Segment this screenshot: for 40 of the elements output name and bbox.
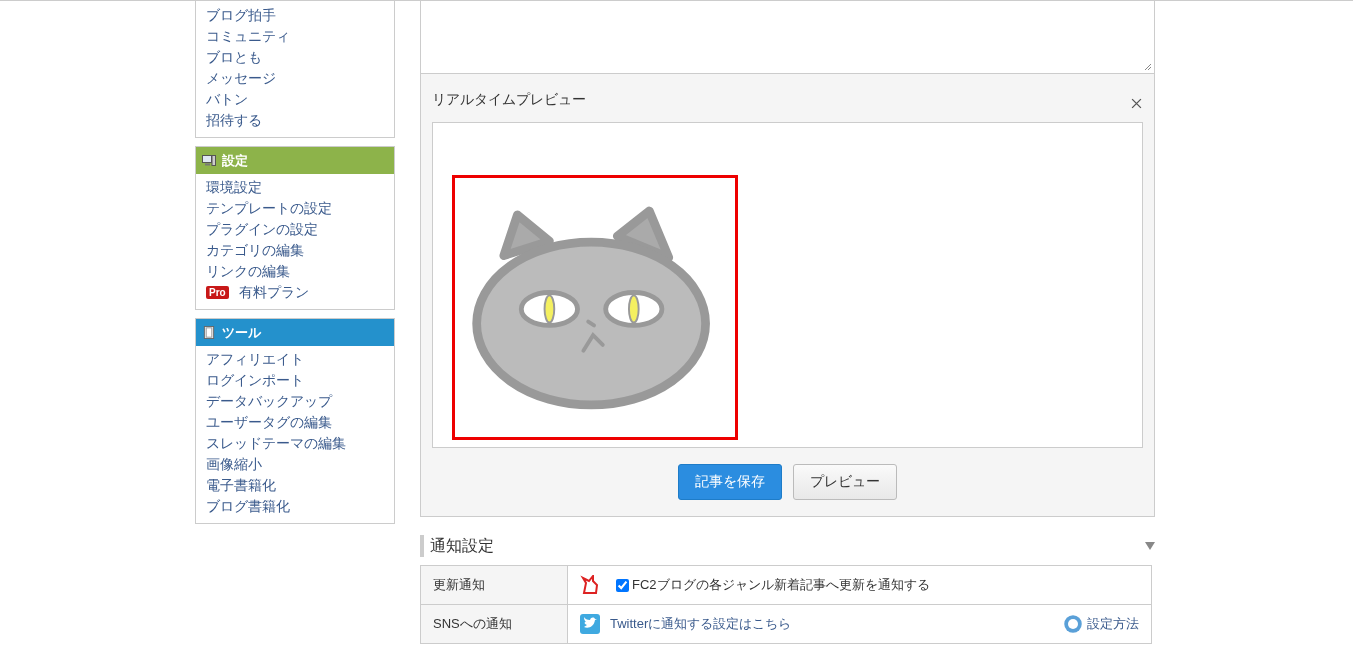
- help-link[interactable]: 設定方法: [1087, 615, 1139, 633]
- sidebar-header-title: 設定: [222, 151, 248, 170]
- checkbox-label: FC2ブログの各ジャンル新着記事へ更新を通知する: [632, 576, 930, 594]
- collapse-triangle-icon[interactable]: [1145, 542, 1155, 550]
- sidebar-link[interactable]: テンプレートの設定: [206, 198, 332, 219]
- sidebar-link[interactable]: ブログ書籍化: [206, 496, 290, 517]
- sidebar-link[interactable]: リンクの編集: [206, 261, 290, 282]
- sidebar-link[interactable]: 電子書籍化: [206, 475, 276, 496]
- sidebar-link[interactable]: メッセージ: [206, 68, 276, 89]
- sidebar-link[interactable]: スレッドテーマの編集: [206, 433, 346, 454]
- settings-link[interactable]: Twitterに通知する設定はこちら: [610, 615, 792, 633]
- sidebar-link[interactable]: 招待する: [206, 110, 262, 131]
- sidebar-link[interactable]: ブロとも: [206, 47, 262, 68]
- sidebar-link[interactable]: データバックアップ: [206, 391, 332, 412]
- sidebar-link[interactable]: プラグインの設定: [206, 219, 318, 240]
- sidebar-link[interactable]: バトン: [206, 89, 248, 110]
- resize-grip-icon[interactable]: [1144, 63, 1152, 71]
- preview-button[interactable]: プレビュー: [793, 464, 897, 500]
- sidebar-link[interactable]: ログインポート: [206, 370, 304, 391]
- sidebar-link[interactable]: カテゴリの編集: [206, 240, 304, 261]
- sidebar-link[interactable]: アフィリエイト: [206, 349, 304, 370]
- pro-badge: Pro: [206, 286, 229, 299]
- monitor-icon: [202, 154, 216, 167]
- section-title: 通知設定: [430, 535, 494, 556]
- sidebar-link[interactable]: ユーザータグの編集: [206, 412, 332, 433]
- row-label: 更新通知: [420, 565, 568, 605]
- sidebar-link[interactable]: コミュニティ: [206, 26, 290, 47]
- sidebar-link[interactable]: 画像縮小: [206, 454, 262, 475]
- sidebar-header-title: ツール: [222, 323, 261, 342]
- preview-title: リアルタイムプレビュー: [432, 91, 586, 109]
- close-icon[interactable]: [1131, 97, 1142, 109]
- row-label: SNSへの通知: [420, 604, 568, 644]
- checkbox[interactable]: [616, 578, 629, 592]
- notebook-icon: [202, 326, 216, 339]
- sidebar-link[interactable]: ブログ拍手: [206, 5, 276, 26]
- sidebar-link[interactable]: Pro 有料プラン: [206, 282, 309, 303]
- help-icon: [1063, 614, 1083, 634]
- save-button[interactable]: 記事を保存: [678, 464, 782, 500]
- sidebar-link[interactable]: 環境設定: [206, 177, 262, 198]
- bird-icon: [580, 614, 600, 634]
